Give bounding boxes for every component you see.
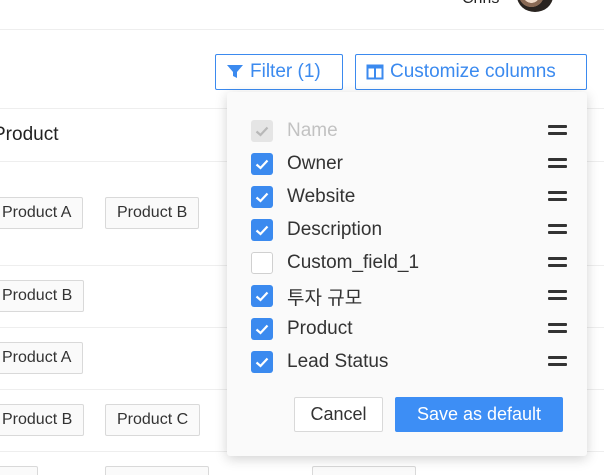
column-option-label: Owner	[287, 153, 343, 174]
column-checkbox[interactable]	[251, 351, 273, 373]
drag-handle-icon[interactable]	[548, 224, 567, 235]
product-tag: Product A	[0, 197, 84, 229]
column-option-product[interactable]: Product	[251, 317, 567, 341]
drag-handle-icon[interactable]	[548, 158, 567, 169]
product-tag: Product B	[0, 404, 85, 436]
product-tag: Product A	[0, 342, 84, 374]
drag-handle-icon[interactable]	[548, 356, 567, 367]
product-tag-partial	[312, 466, 416, 475]
check-icon	[255, 225, 269, 236]
column-option-description[interactable]: Description	[251, 218, 567, 242]
check-icon	[255, 324, 269, 335]
column-checkbox[interactable]	[251, 252, 273, 274]
avatar[interactable]	[517, 0, 553, 12]
column-checkbox[interactable]	[251, 285, 273, 307]
product-tag-partial	[0, 466, 38, 475]
check-icon	[255, 192, 269, 203]
cancel-button[interactable]: Cancel	[294, 397, 383, 432]
user-name[interactable]: Chris	[462, 0, 499, 8]
column-option-website[interactable]: Website	[251, 185, 567, 209]
column-option-custom-field-1[interactable]: Custom_field_1	[251, 251, 567, 275]
customize-columns-label: Customize columns	[390, 61, 556, 82]
product-tag: Product B	[0, 280, 85, 312]
column-option-label: Description	[287, 219, 383, 240]
top-bar: Chris	[0, 0, 604, 30]
columns-icon	[366, 64, 384, 80]
customize-columns-popover: Name Owner Website Description Custom_field_…	[227, 92, 587, 456]
filter-icon	[227, 65, 243, 78]
column-option-label: Name	[287, 120, 338, 141]
drag-handle-icon[interactable]	[548, 290, 567, 301]
column-option-owner[interactable]: Owner	[251, 152, 567, 176]
filter-button-label: Filter (1)	[250, 61, 321, 82]
column-option-name: Name	[251, 119, 567, 143]
column-option-korean[interactable]: 투자 규모	[251, 284, 567, 309]
column-option-label: 투자 규모	[287, 287, 363, 309]
column-checkbox[interactable]	[251, 186, 273, 208]
customize-columns-button[interactable]: Customize columns	[355, 54, 587, 90]
column-checkbox[interactable]	[251, 219, 273, 241]
check-icon	[255, 357, 269, 368]
product-column-header[interactable]: Product	[0, 124, 58, 146]
filter-button[interactable]: Filter (1)	[215, 54, 343, 90]
column-option-label: Custom_field_1	[287, 252, 420, 273]
column-checkbox	[251, 120, 273, 142]
drag-handle-icon[interactable]	[548, 257, 567, 268]
product-tag: Product B	[105, 197, 200, 229]
drag-handle-icon[interactable]	[548, 125, 567, 136]
drag-handle-icon[interactable]	[548, 323, 567, 334]
check-icon	[255, 291, 269, 302]
save-as-default-button[interactable]: Save as default	[395, 397, 563, 432]
check-icon	[255, 159, 269, 170]
column-option-lead-status[interactable]: Lead Status	[251, 350, 567, 374]
column-option-label: Website	[287, 186, 356, 207]
product-tag: Product C	[105, 404, 201, 436]
check-icon	[255, 126, 269, 137]
column-option-label: Lead Status	[287, 351, 389, 372]
column-option-label: Product	[287, 318, 353, 339]
column-checkbox[interactable]	[251, 318, 273, 340]
product-tag-partial	[105, 466, 209, 475]
column-checkbox[interactable]	[251, 153, 273, 175]
drag-handle-icon[interactable]	[548, 191, 567, 202]
